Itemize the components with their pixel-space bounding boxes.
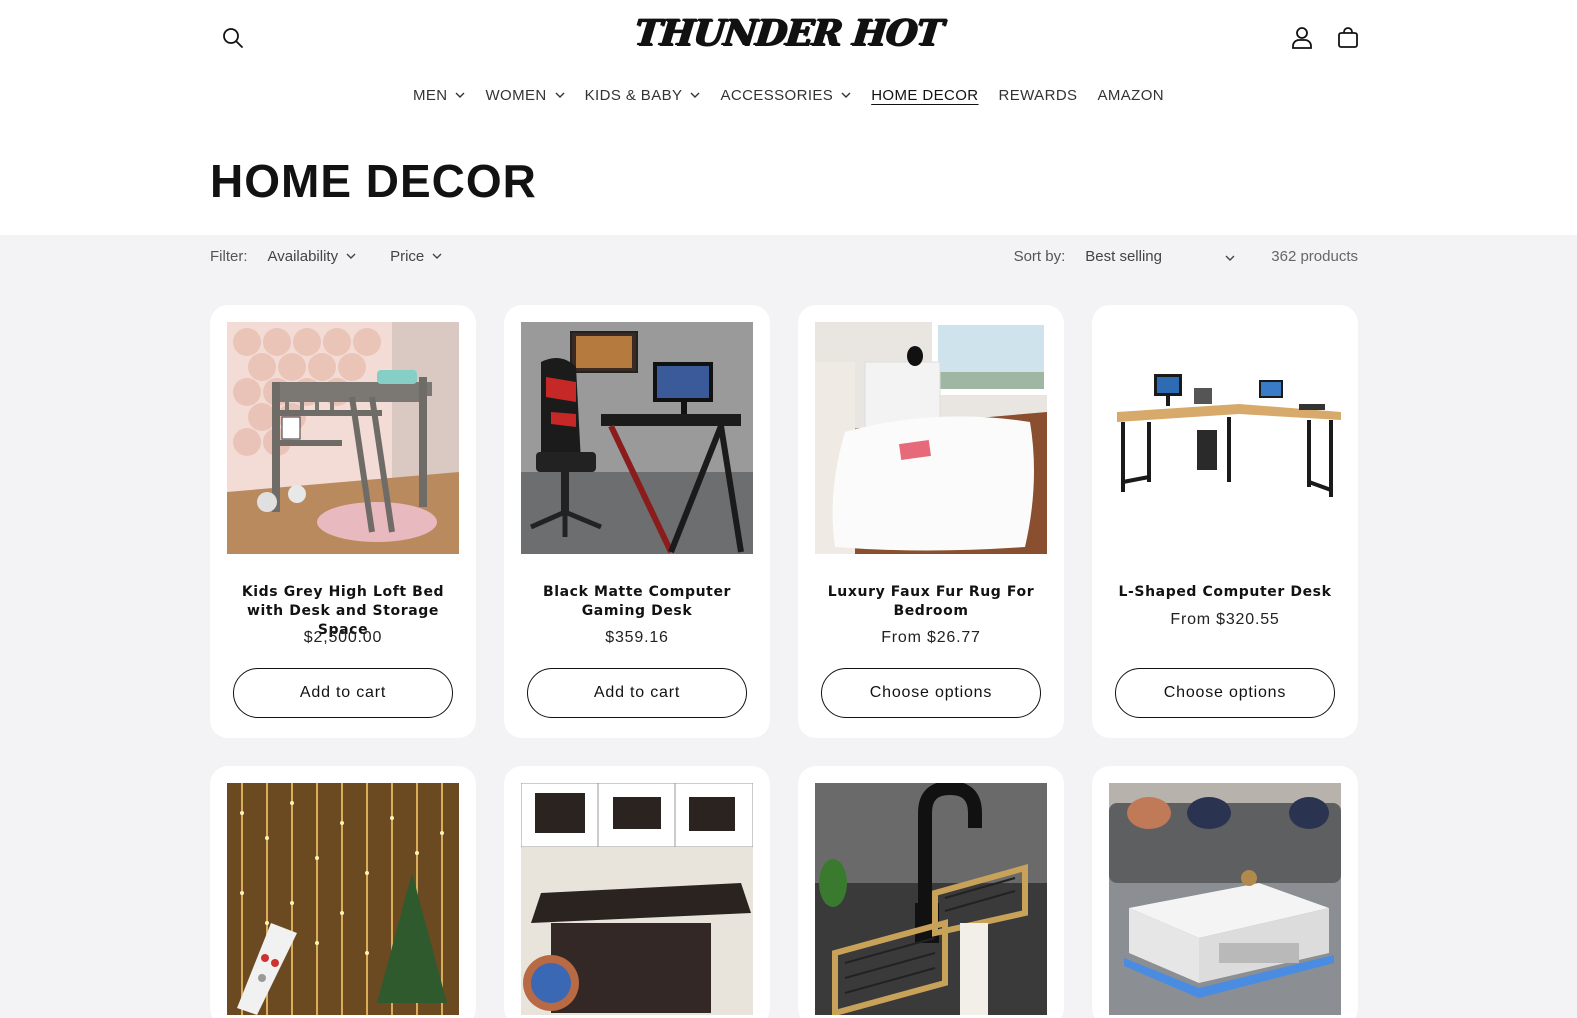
product-image[interactable]	[1109, 322, 1341, 554]
product-price: $2,500.00	[303, 629, 383, 646]
product-card[interactable]	[210, 766, 476, 1018]
price-filter-label: Price	[390, 247, 425, 265]
sort-label: Sort by:	[1013, 247, 1066, 265]
collection-header: HOME DECOR	[0, 128, 1577, 235]
nav-item-label: ACCESSORIES	[720, 86, 834, 104]
product-card[interactable]: Luxury Faux Fur Rug For Bedroom From $26…	[798, 305, 1064, 738]
product-image[interactable]	[815, 322, 1047, 554]
site-header: THUNDER HOT MEN WOMEN KIDS & BABY ACCESS…	[0, 0, 1577, 128]
product-card[interactable]: L-Shaped Computer Desk From $320.55 Choo…	[1092, 305, 1358, 738]
chevron-down-icon	[841, 92, 851, 98]
nav-item-label: MEN	[412, 86, 448, 104]
product-title[interactable]: Luxury Faux Fur Rug For Bedroom	[812, 583, 1050, 621]
nav-item-accessories[interactable]: ACCESSORIES	[710, 84, 861, 106]
add-to-cart-button[interactable]: Add to cart	[233, 668, 453, 718]
nav-item-women[interactable]: WOMEN	[475, 84, 574, 106]
product-image[interactable]	[227, 783, 459, 1015]
nav-item-kids-baby[interactable]: KIDS & BABY	[575, 84, 711, 106]
product-card[interactable]: Black Matte Computer Gaming Desk $359.16…	[504, 305, 770, 738]
nav-item-label: REWARDS	[998, 86, 1078, 104]
user-icon	[1292, 27, 1312, 49]
choose-options-button[interactable]: Choose options	[1115, 668, 1335, 718]
page-title: HOME DECOR	[210, 155, 537, 207]
product-title[interactable]: L-Shaped Computer Desk	[1106, 583, 1344, 602]
product-price: From $320.55	[1170, 611, 1280, 628]
product-count: 362 products	[1271, 247, 1358, 265]
product-price: $359.16	[605, 629, 669, 646]
product-image[interactable]	[521, 322, 753, 554]
product-card[interactable]: Kids Grey High Loft Bed with Desk and St…	[210, 305, 476, 738]
filter-label: Filter:	[210, 247, 248, 265]
product-title[interactable]: Black Matte Computer Gaming Desk	[518, 583, 756, 621]
filter-bar: Filter: Availability Price Sort by: Best…	[210, 245, 1358, 267]
product-grid: Kids Grey High Loft Bed with Desk and St…	[210, 305, 1358, 1018]
nav-item-label: WOMEN	[485, 86, 547, 104]
product-image[interactable]	[521, 783, 753, 1015]
product-card[interactable]	[1092, 766, 1358, 1018]
product-image[interactable]	[1109, 783, 1341, 1015]
account-button[interactable]	[1284, 20, 1320, 56]
nav-item-label: AMAZON	[1097, 86, 1165, 104]
chevron-down-icon	[455, 92, 465, 98]
sort-area: Sort by: Best selling 362 products	[1014, 248, 1358, 265]
nav-item-home-decor[interactable]: HOME DECOR	[861, 84, 988, 106]
product-image[interactable]	[815, 783, 1047, 1015]
chevron-down-icon	[690, 92, 700, 98]
chevron-down-icon	[1225, 248, 1235, 265]
product-listing: Filter: Availability Price Sort by: Best…	[0, 235, 1577, 1018]
nav-item-amazon[interactable]: AMAZON	[1087, 84, 1174, 106]
product-price: From $26.77	[881, 629, 981, 646]
availability-filter-label: Availability	[267, 247, 339, 265]
availability-filter[interactable]: Availability	[268, 248, 357, 265]
cart-button[interactable]	[1330, 20, 1366, 56]
chevron-down-icon	[555, 92, 565, 98]
sort-value: Best selling	[1085, 247, 1162, 265]
price-filter[interactable]: Price	[390, 248, 442, 265]
cart-icon	[1338, 27, 1358, 48]
logo-text: THUNDER HOT	[632, 12, 945, 54]
sort-select[interactable]: Best selling	[1085, 248, 1235, 265]
chevron-down-icon	[432, 253, 442, 259]
product-card[interactable]	[504, 766, 770, 1018]
chevron-down-icon	[346, 253, 356, 259]
product-card[interactable]	[798, 766, 1064, 1018]
nav-item-men[interactable]: MEN	[403, 84, 476, 106]
nav-item-rewards[interactable]: REWARDS	[989, 84, 1088, 106]
add-to-cart-button[interactable]: Add to cart	[527, 668, 747, 718]
choose-options-button[interactable]: Choose options	[821, 668, 1041, 718]
main-nav: MEN WOMEN KIDS & BABY ACCESSORIES HOME D…	[0, 84, 1577, 106]
nav-item-label: KIDS & BABY	[584, 86, 683, 104]
nav-item-label: HOME DECOR	[871, 86, 979, 104]
product-image[interactable]	[227, 322, 459, 554]
